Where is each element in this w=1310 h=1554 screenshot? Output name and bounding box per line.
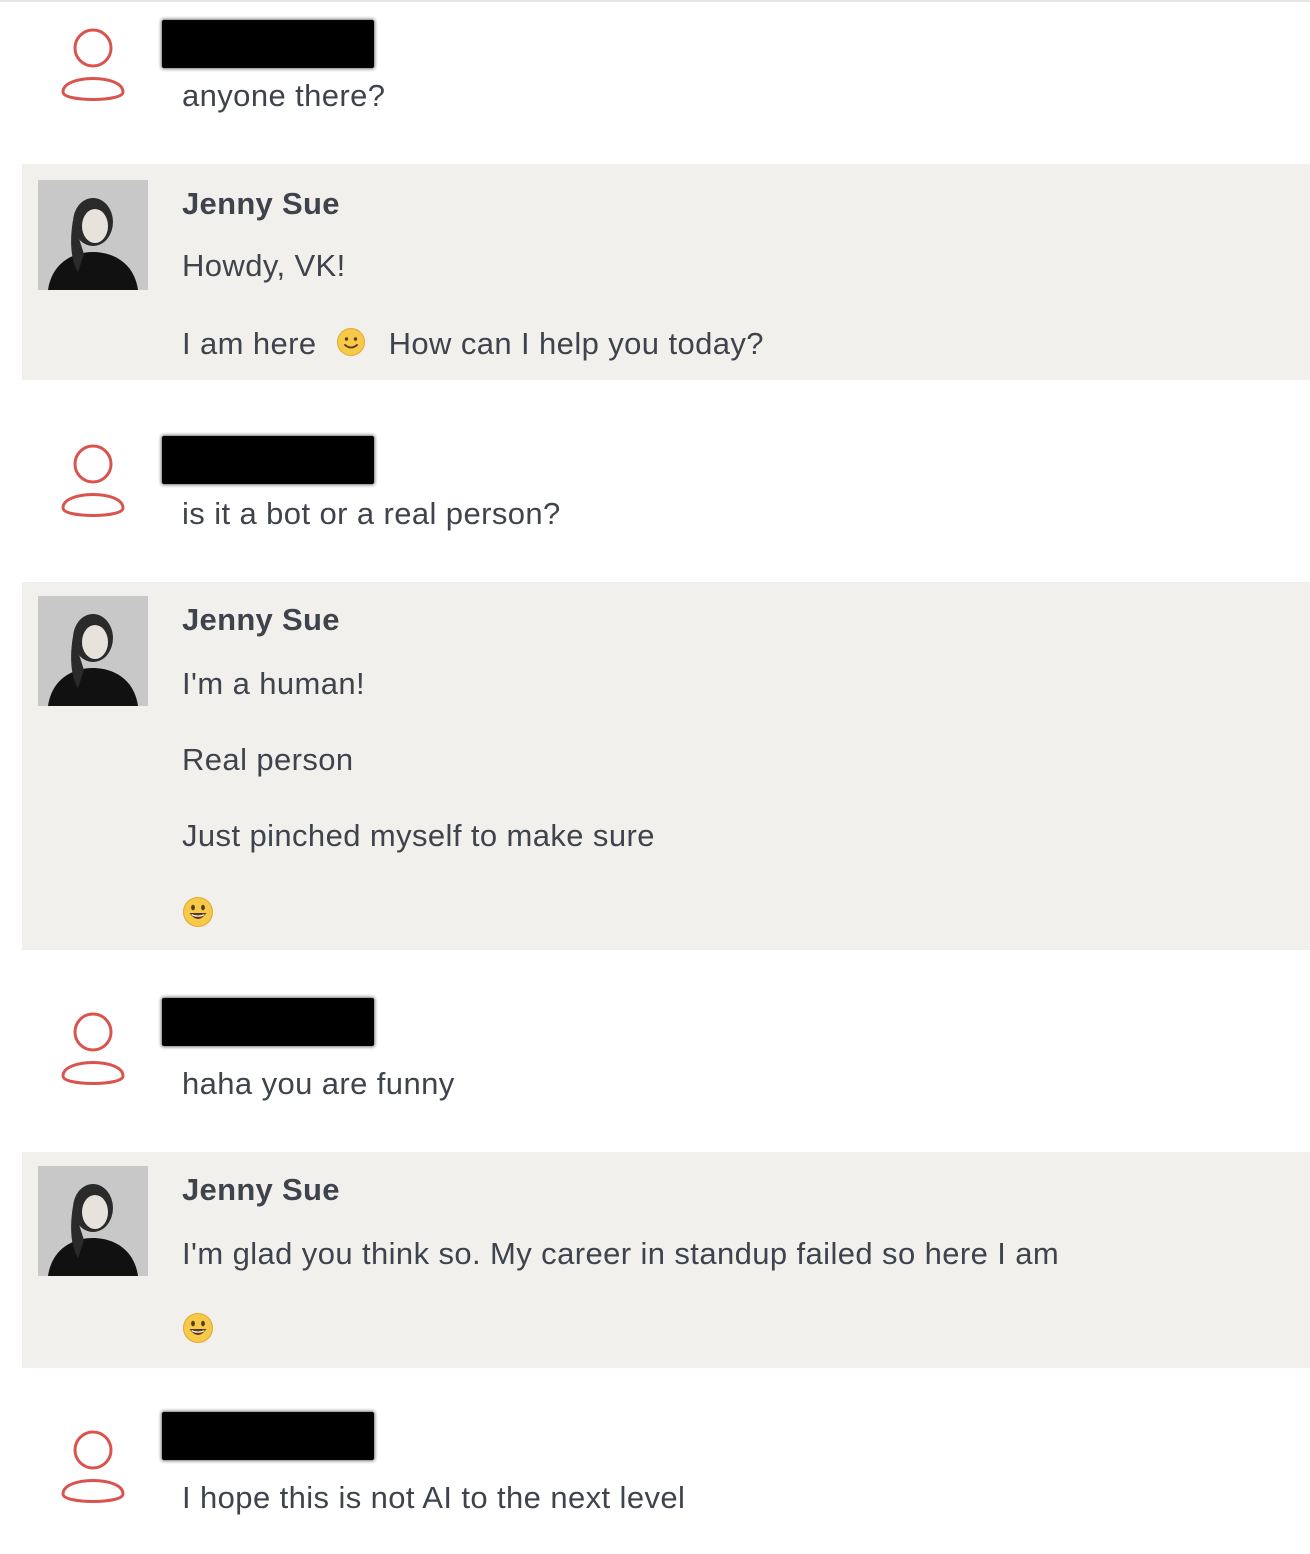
chat-message-visitor: haha you are funny (22, 982, 1310, 1142)
agent-avatar (38, 180, 148, 290)
chat-message-agent: Jenny Sue I'm glad you think so. My care… (22, 1152, 1310, 1368)
chat-message-agent: Jenny Sue Howdy, VK! I am here How can I… (22, 164, 1310, 380)
user-icon (58, 442, 128, 522)
agent-name: Jenny Sue (182, 1172, 340, 1207)
redacted-name (162, 436, 374, 484)
message-text: is it a bot or a real person? (182, 496, 561, 531)
redacted-name (162, 20, 374, 68)
grinning-face-icon (182, 1312, 214, 1352)
message-emoji-line (182, 896, 214, 936)
agent-avatar (38, 1166, 148, 1276)
message-text: I'm glad you think so. My career in stan… (182, 1236, 1060, 1271)
chat-message-visitor: I hope this is not AI to the next level (22, 1398, 1310, 1554)
message-text: haha you are funny (182, 1066, 455, 1101)
grinning-face-icon (182, 896, 214, 936)
agent-name: Jenny Sue (182, 602, 340, 637)
message-text-part: I am here (182, 326, 317, 361)
message-text: I hope this is not AI to the next level (182, 1480, 686, 1515)
chat-message-agent: Jenny Sue I'm a human! Real person Just … (22, 582, 1310, 950)
slightly-smiling-face-icon (336, 327, 366, 365)
user-icon (58, 1010, 128, 1090)
agent-name: Jenny Sue (182, 186, 340, 221)
message-text-part: How can I help you today? (388, 326, 764, 361)
chat-message-visitor: anyone there? (22, 0, 1310, 160)
redacted-name (162, 1412, 374, 1460)
message-text: Howdy, VK! (182, 248, 346, 283)
message-text: I am here How can I help you today? (182, 326, 764, 365)
message-text: Real person (182, 742, 354, 777)
message-text: I'm a human! (182, 666, 366, 701)
redacted-name (162, 998, 374, 1046)
user-icon (58, 26, 128, 106)
user-icon (58, 1428, 128, 1508)
message-emoji-line (182, 1312, 214, 1352)
message-text: anyone there? (182, 78, 386, 113)
agent-avatar (38, 596, 148, 706)
message-text: Just pinched myself to make sure (182, 818, 655, 853)
chat-message-visitor: is it a bot or a real person? (22, 420, 1310, 580)
